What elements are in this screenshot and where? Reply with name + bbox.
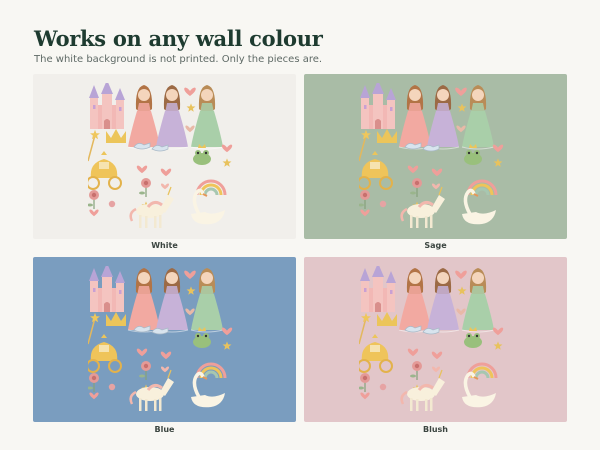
heart-icon	[407, 165, 419, 174]
star-icon	[222, 341, 232, 350]
flower-icon	[359, 190, 370, 209]
swan-icon	[191, 188, 225, 225]
heart-icon	[431, 351, 443, 360]
wand-icon	[359, 312, 371, 345]
flower-icon	[139, 361, 151, 380]
flower-icon	[139, 178, 151, 197]
heart-icon	[221, 327, 233, 336]
princess-icon	[398, 268, 432, 333]
carriage-icon	[88, 334, 122, 373]
wall-caption-sage: Sage	[424, 241, 447, 250]
heart-icon	[407, 348, 419, 357]
heart-icon	[360, 209, 370, 217]
flower-icon	[379, 200, 387, 208]
castle-icon	[89, 266, 125, 312]
unicorn-icon	[400, 186, 445, 228]
page-title: Works on any wall colour	[34, 26, 323, 51]
flower-icon	[108, 383, 116, 391]
star-icon	[457, 286, 467, 295]
heart-icon	[136, 165, 148, 174]
wall-caption-blush: Blush	[423, 425, 448, 434]
flower-icon	[88, 190, 99, 209]
carriage-icon	[359, 334, 393, 373]
flower-icon	[108, 200, 116, 208]
heart-icon	[136, 348, 148, 357]
flower-icon	[88, 373, 99, 392]
heart-icon	[160, 366, 170, 373]
heart-icon	[456, 125, 466, 133]
heart-icon	[185, 125, 195, 133]
star-icon	[222, 158, 232, 167]
princess-icon	[190, 85, 224, 150]
heart-icon	[455, 270, 467, 279]
wand-icon	[88, 129, 100, 162]
frog-icon	[464, 144, 482, 165]
princess-icon	[127, 85, 161, 150]
wall-caption-white: White	[151, 241, 178, 250]
heart-icon	[160, 168, 172, 177]
castle-icon	[89, 83, 125, 129]
crown-icon	[377, 129, 397, 143]
princess-icon	[127, 268, 161, 333]
heart-icon	[456, 308, 466, 316]
wand-icon	[359, 129, 371, 162]
princess-icon	[155, 85, 189, 150]
heart-icon	[221, 144, 233, 153]
heart-icon	[431, 183, 441, 190]
castle-icon	[360, 83, 396, 129]
crown-icon	[377, 312, 397, 326]
star-icon	[186, 103, 196, 112]
wall-preview-blue	[33, 257, 296, 422]
wall-caption-blue: Blue	[154, 425, 175, 434]
star-icon	[186, 286, 196, 295]
princess-icon	[398, 85, 432, 150]
princess-icon	[426, 85, 460, 150]
carriage-icon	[359, 151, 393, 190]
swan-icon	[191, 371, 225, 408]
heart-icon	[455, 87, 467, 96]
wand-icon	[88, 312, 100, 345]
princess-icon	[461, 268, 495, 333]
crown-icon	[106, 312, 126, 326]
swan-icon	[462, 371, 496, 408]
heart-icon	[492, 144, 504, 153]
heart-icon	[360, 392, 370, 400]
heart-icon	[160, 183, 170, 190]
princess-icon	[426, 268, 460, 333]
heart-icon	[492, 327, 504, 336]
star-icon	[493, 341, 503, 350]
castle-icon	[360, 266, 396, 312]
heart-icon	[89, 392, 99, 400]
carriage-icon	[88, 151, 122, 190]
star-icon	[457, 103, 467, 112]
crown-icon	[106, 129, 126, 143]
flower-icon	[379, 383, 387, 391]
swan-icon	[462, 188, 496, 225]
wall-preview-blush	[304, 257, 567, 422]
heart-icon	[89, 209, 99, 217]
heart-icon	[160, 351, 172, 360]
heart-icon	[185, 308, 195, 316]
heart-icon	[184, 270, 196, 279]
flower-icon	[410, 178, 422, 197]
princess-icon	[155, 268, 189, 333]
heart-icon	[431, 366, 441, 373]
star-icon	[493, 158, 503, 167]
princess-icon	[190, 268, 224, 333]
frog-icon	[193, 327, 211, 348]
frog-icon	[464, 327, 482, 348]
unicorn-icon	[129, 186, 174, 228]
unicorn-icon	[400, 369, 445, 411]
wall-preview-white	[33, 74, 296, 239]
frog-icon	[193, 144, 211, 165]
heart-icon	[431, 168, 443, 177]
wall-preview-sage	[304, 74, 567, 239]
flower-icon	[359, 373, 370, 392]
flower-icon	[410, 361, 422, 380]
unicorn-icon	[129, 369, 174, 411]
princess-icon	[461, 85, 495, 150]
page-subtitle: The white background is not printed. Onl…	[34, 54, 323, 65]
heart-icon	[184, 87, 196, 96]
